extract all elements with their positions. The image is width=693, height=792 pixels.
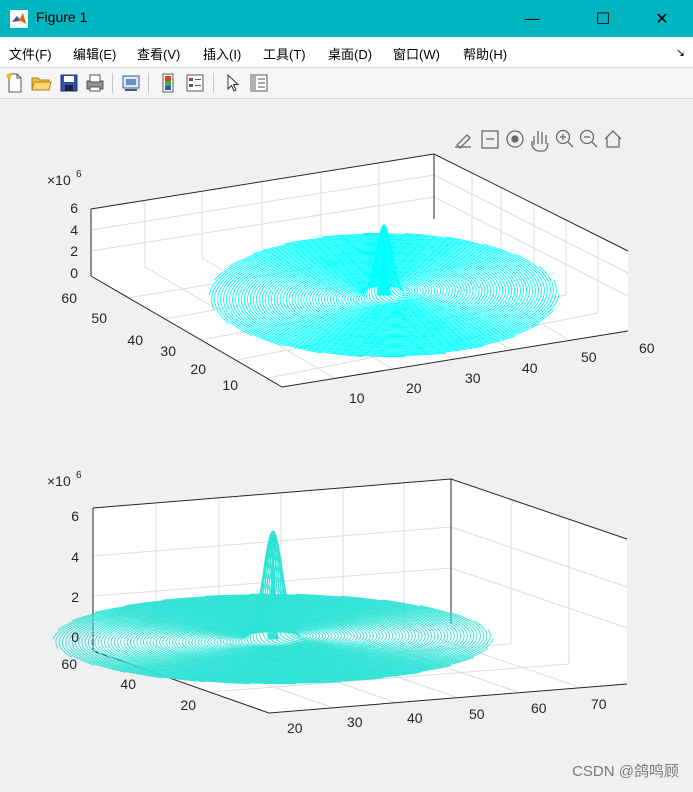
menu-help[interactable]: 帮助(H)	[463, 44, 507, 63]
figure-canvas: 6 4 2 0 ×10 6 60 50 40 30 20 10 10 20 30	[1, 99, 692, 788]
pan-hand-icon[interactable]	[531, 131, 549, 152]
open-file-icon[interactable]	[30, 72, 52, 94]
z-tick-label: 2	[71, 589, 79, 605]
x-tick-label: 10	[349, 390, 365, 406]
exponent-power: 6	[76, 169, 82, 180]
toolbar-separator	[213, 73, 214, 93]
z-tick-label: 2	[70, 243, 78, 259]
z-tick-label: 6	[70, 200, 78, 216]
y-tick-label: 20	[190, 361, 206, 377]
insert-colorbar-icon[interactable]	[157, 72, 179, 94]
x-tick-label: 70	[591, 696, 607, 712]
property-inspector-icon[interactable]	[248, 72, 270, 94]
window-titlebar: Figure 1 — ☐ ✕	[0, 0, 693, 37]
matlab-logo-icon	[10, 10, 28, 28]
menu-window[interactable]: 窗口(W)	[393, 44, 440, 63]
y-tick-label: 30	[160, 343, 176, 359]
rotate-3d-icon[interactable]	[506, 130, 524, 148]
toolbar-separator	[148, 73, 149, 93]
x-tick-label: 60	[531, 700, 547, 716]
z-tick-label: 4	[71, 549, 79, 565]
y-tick-label: 50	[91, 310, 107, 326]
menu-overflow-icon[interactable]: ↘	[676, 46, 685, 59]
insert-legend-icon[interactable]	[184, 72, 206, 94]
x-tick-label: 60	[639, 340, 655, 356]
x-tick-label: 20	[287, 720, 303, 736]
x-tick-label: 30	[465, 370, 481, 386]
edit-plot-arrow-icon[interactable]	[222, 72, 244, 94]
minimize-button[interactable]: —	[509, 0, 555, 37]
exponent-label: ×10	[47, 172, 71, 188]
maximize-button[interactable]: ☐	[580, 0, 626, 37]
menu-edit[interactable]: 编辑(E)	[73, 44, 116, 63]
figure-svg: 6 4 2 0 ×10 6 60 50 40 30 20 10 10 20 30	[47, 129, 655, 736]
axes-toolbar	[455, 129, 622, 152]
menu-view[interactable]: 查看(V)	[137, 44, 180, 63]
menu-file[interactable]: 文件(F)	[9, 44, 52, 63]
window-title: Figure 1	[36, 9, 88, 25]
close-button[interactable]: ✕	[639, 0, 685, 37]
y-tick-label: 10	[222, 377, 238, 393]
y-tick-label: 60	[61, 656, 77, 672]
zoom-out-icon[interactable]	[579, 129, 598, 148]
x-tick-label: 30	[347, 714, 363, 730]
z-tick-label: 6	[71, 508, 79, 524]
menu-desktop[interactable]: 桌面(D)	[328, 44, 372, 63]
brush-icon[interactable]	[455, 134, 471, 149]
minimize-icon: —	[524, 9, 540, 28]
menu-insert[interactable]: 插入(I)	[203, 44, 241, 63]
home-icon[interactable]	[604, 130, 622, 148]
axes-1: 6 4 2 0 ×10 6 60 50 40 30 20 10 10 20 30	[47, 153, 655, 406]
watermark: CSDN @鸽鸣顾	[572, 763, 679, 780]
x-tick-label: 50	[581, 349, 597, 365]
y-tick-label: 20	[180, 697, 196, 713]
data-tips-icon[interactable]	[481, 130, 499, 149]
figure-toolbar	[0, 68, 693, 99]
exponent-label: ×10	[47, 473, 71, 489]
x-tick-label: 40	[522, 360, 538, 376]
axes-2: 6 4 2 0 ×10 6 60 40 20 20 30 40 50 60 70	[47, 470, 628, 736]
y-tick-label: 40	[120, 676, 136, 692]
maximize-icon: ☐	[595, 9, 611, 28]
z-tick-label: 0	[71, 629, 79, 645]
x-tick-label: 50	[469, 706, 485, 722]
menu-bar: 文件(F) 编辑(E) 查看(V) 插入(I) 工具(T) 桌面(D) 窗口(W…	[0, 37, 693, 68]
z-tick-label: 0	[70, 265, 78, 281]
x-tick-label: 40	[407, 710, 423, 726]
y-tick-label: 40	[127, 332, 143, 348]
toolbar-separator	[112, 73, 113, 93]
axes-1-z-ticks: 6 4 2 0	[70, 200, 78, 281]
save-icon[interactable]	[58, 72, 80, 94]
zoom-in-icon[interactable]	[555, 129, 574, 148]
new-figure-icon[interactable]	[4, 72, 26, 94]
close-icon: ✕	[655, 9, 669, 28]
y-tick-label: 60	[61, 290, 77, 306]
x-tick-label: 20	[406, 380, 422, 396]
exponent-power: 6	[76, 470, 82, 481]
menu-tools[interactable]: 工具(T)	[263, 44, 306, 63]
axes-1-exponent: ×10 6	[47, 169, 82, 188]
link-plot-icon[interactable]	[120, 72, 142, 94]
print-icon[interactable]	[84, 72, 106, 94]
axes-2-exponent: ×10 6	[47, 470, 82, 489]
z-tick-label: 4	[70, 222, 78, 238]
